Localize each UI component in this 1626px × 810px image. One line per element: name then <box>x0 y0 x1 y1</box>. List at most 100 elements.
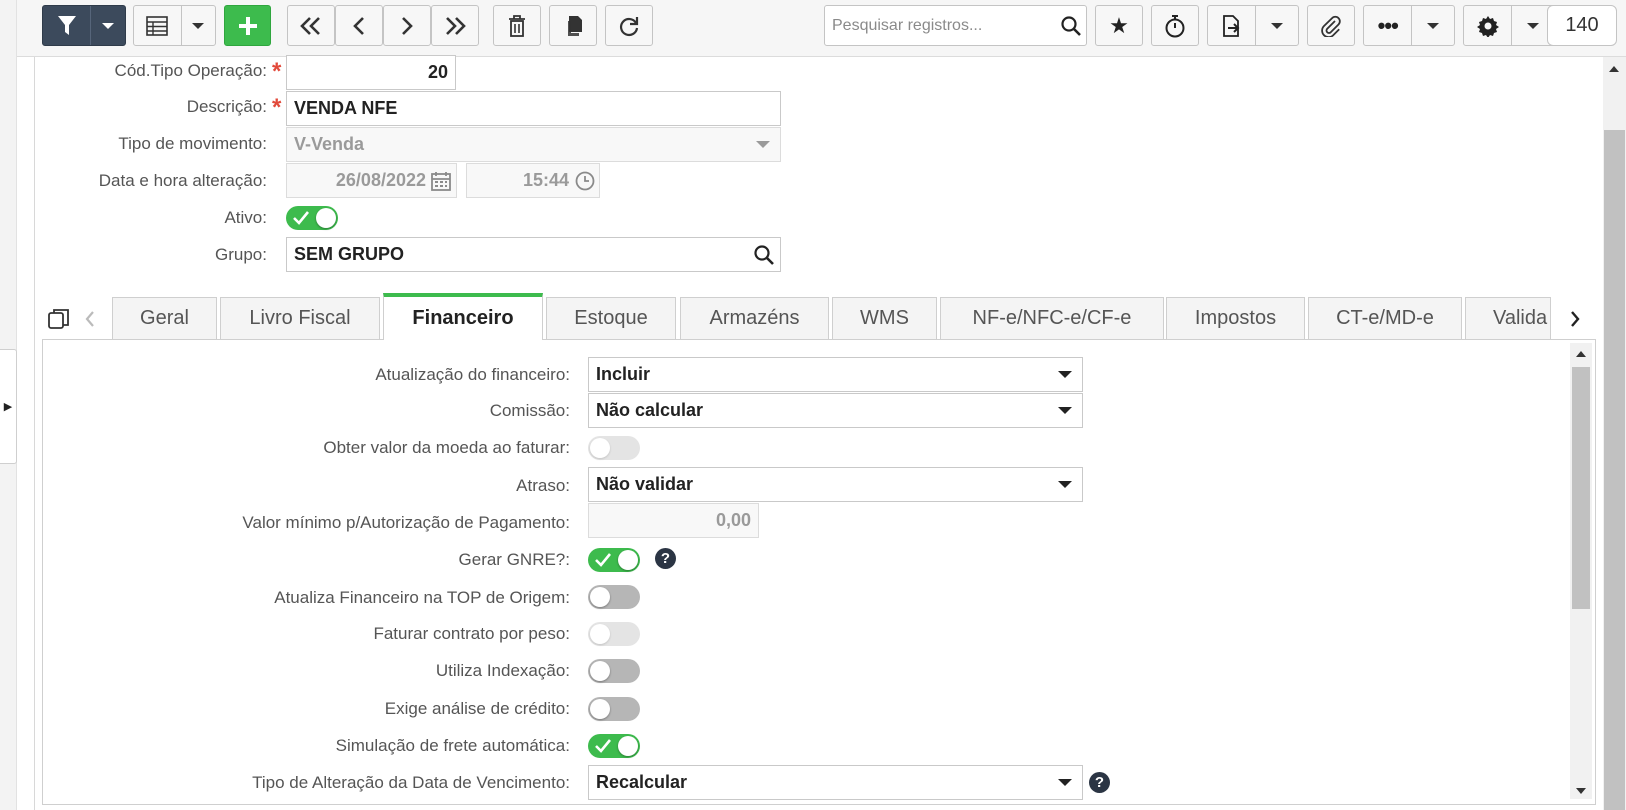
export-split-button[interactable] <box>1207 5 1299 46</box>
atraso-select[interactable]: Não validar <box>588 467 1083 502</box>
chevron-down-icon <box>1058 371 1072 378</box>
scroll-down-icon[interactable] <box>1576 788 1586 794</box>
chevron-down-icon <box>756 141 770 148</box>
next-icon <box>400 16 414 36</box>
tab-geral[interactable]: Geral <box>112 297 217 339</box>
add-icon <box>237 15 259 37</box>
exige-credito-toggle[interactable] <box>588 697 640 721</box>
obter-moeda-toggle[interactable] <box>588 436 640 460</box>
atraso-label: Atraso: <box>516 476 570 495</box>
refresh-icon <box>618 15 640 37</box>
trash-icon <box>508 14 526 37</box>
expand-panel-handle[interactable]: ▶ <box>0 349 17 464</box>
attach-icon <box>1320 15 1342 37</box>
tab-scrollbar-thumb[interactable] <box>1572 367 1590 609</box>
star-icon: ★ <box>1109 12 1129 38</box>
add-record-button[interactable] <box>224 5 271 46</box>
ativo-toggle[interactable] <box>286 206 338 230</box>
delete-button[interactable] <box>493 5 541 46</box>
obter-moeda-label: Obter valor da moeda ao faturar: <box>323 438 570 457</box>
tab-impostos[interactable]: Impostos <box>1166 297 1305 339</box>
descricao-field[interactable]: VENDA NFE <box>286 91 781 126</box>
settings-split-button[interactable] <box>1463 5 1555 46</box>
tab-financeiro[interactable]: Financeiro <box>383 293 543 340</box>
atualizacao-select[interactable]: Incluir <box>588 357 1083 392</box>
valor-minimo-value: 0,00 <box>715 510 751 530</box>
record-count: 140 <box>1547 5 1617 46</box>
simulacao-frete-label: Simulação de frete automática: <box>335 736 570 755</box>
tabs-prev-icon[interactable] <box>84 310 96 333</box>
search-box <box>824 5 1087 46</box>
data-value: 26/08/2022 <box>335 170 426 190</box>
chevron-down-icon[interactable] <box>180 6 215 45</box>
check-icon <box>595 739 611 753</box>
utiliza-indexacao-label: Utiliza Indexação: <box>435 661 570 680</box>
scroll-up-icon[interactable] <box>1576 351 1586 357</box>
faturar-peso-label: Faturar contrato por peso: <box>373 624 570 643</box>
export-icon <box>1208 14 1255 37</box>
grid-view-split-button[interactable] <box>133 5 216 46</box>
utiliza-indexacao-toggle[interactable] <box>588 659 640 683</box>
tab-armazens[interactable]: Armazéns <box>680 297 829 339</box>
chevron-down-icon <box>1058 481 1072 488</box>
cod-tipo-label: Cód.Tipo Operação: <box>114 61 267 80</box>
refresh-button[interactable] <box>605 5 653 46</box>
next-record-button[interactable] <box>383 5 431 46</box>
duplicate-button[interactable] <box>549 5 597 46</box>
previous-record-button[interactable] <box>335 5 383 46</box>
more-icon: ••• <box>1377 12 1399 38</box>
filter-icon <box>43 15 90 37</box>
comissao-select[interactable]: Não calcular <box>588 393 1083 428</box>
tab-estoque[interactable]: Estoque <box>546 297 676 339</box>
more-actions-split-button[interactable]: ••• <box>1363 5 1455 46</box>
tipo-alteracao-select[interactable]: Recalcular <box>588 765 1083 800</box>
required-marker: * <box>272 58 282 85</box>
chevron-down-icon <box>1058 779 1072 786</box>
faturar-peso-toggle[interactable] <box>588 622 640 646</box>
tab-nfe-nfce-cfe[interactable]: NF-e/NFC-e/CF-e <box>940 297 1164 339</box>
tipo-movimento-label: Tipo de movimento: <box>118 134 267 153</box>
atraso-value: Não validar <box>596 474 694 494</box>
exige-credito-label: Exige análise de crédito: <box>384 699 570 718</box>
help-icon[interactable]: ? <box>655 548 676 569</box>
favorite-button[interactable]: ★ <box>1095 5 1143 46</box>
grupo-label: Grupo: <box>215 245 267 264</box>
search-icon[interactable] <box>1061 16 1081 41</box>
chevron-down-icon[interactable] <box>1255 6 1298 45</box>
tab-wms[interactable]: WMS <box>832 297 937 339</box>
filter-split-button[interactable] <box>42 5 126 46</box>
page-scrollbar-thumb[interactable] <box>1604 130 1625 810</box>
valor-minimo-field[interactable]: 0,00 <box>588 503 759 538</box>
tipo-movimento-select[interactable]: V-Venda <box>286 127 781 162</box>
last-icon <box>443 16 467 36</box>
required-marker: * <box>272 94 282 121</box>
tab-cte-mde[interactable]: CT-e/MD-e <box>1308 297 1462 339</box>
atualizacao-value: Incluir <box>596 364 651 384</box>
cascade-windows-icon[interactable] <box>47 307 71 336</box>
last-record-button[interactable] <box>431 5 479 46</box>
grupo-field[interactable]: SEM GRUPO <box>286 237 781 272</box>
tab-valida[interactable]: Valida <box>1465 297 1551 339</box>
timer-button[interactable] <box>1151 5 1199 46</box>
stopwatch-icon <box>1164 14 1186 38</box>
tabs-next-icon[interactable] <box>1569 310 1581 333</box>
check-icon <box>595 553 611 567</box>
help-icon[interactable]: ? <box>1089 772 1110 793</box>
simulacao-frete-toggle[interactable] <box>588 734 640 758</box>
clock-icon[interactable] <box>575 171 595 196</box>
tab-livro-fiscal[interactable]: Livro Fiscal <box>220 297 380 339</box>
first-record-button[interactable] <box>287 5 335 46</box>
valor-minimo-label: Valor mínimo p/Autorização de Pagamento: <box>242 513 570 532</box>
attachments-button[interactable] <box>1307 5 1355 46</box>
chevron-down-icon[interactable] <box>1411 6 1454 45</box>
search-input[interactable] <box>830 14 1050 38</box>
cod-tipo-field[interactable]: 20 <box>286 55 456 90</box>
gerar-gnre-toggle[interactable] <box>588 548 640 572</box>
search-icon[interactable] <box>754 245 774 270</box>
chevron-down-icon[interactable] <box>90 6 125 45</box>
atualiza-top-toggle[interactable] <box>588 585 640 609</box>
atualizacao-label: Atualização do financeiro: <box>375 365 570 384</box>
comissao-value: Não calcular <box>596 400 704 420</box>
calendar-icon[interactable] <box>431 171 451 196</box>
scroll-up-icon[interactable] <box>1609 66 1619 72</box>
